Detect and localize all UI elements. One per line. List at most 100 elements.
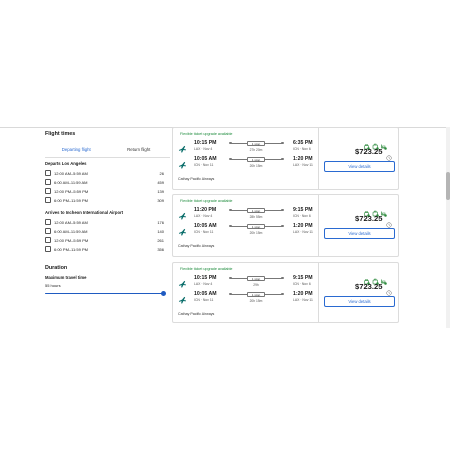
departure-time: 11:20 PM — [194, 207, 217, 213]
duration: 20h 15m — [249, 231, 263, 235]
route-end-dot — [281, 157, 284, 161]
option-count: 309 — [157, 198, 164, 203]
view-details-button[interactable]: View details — [324, 228, 395, 239]
option-label: 6:00 PM–11:59 PM — [54, 198, 88, 203]
tab-departing-flight[interactable]: Departing flight — [45, 143, 108, 158]
cathay-plane-logo-icon — [178, 224, 187, 236]
view-details-button[interactable]: View details — [324, 161, 395, 172]
checkbox[interactable] — [45, 246, 51, 252]
route-end-dot — [281, 208, 284, 212]
flight-times-title: Flight times — [45, 131, 76, 137]
departs-option[interactable]: 12:00 AM–5:59 AM 26 — [45, 170, 164, 177]
clock-icon[interactable] — [386, 148, 392, 161]
checkbox[interactable] — [45, 237, 51, 243]
checkbox[interactable] — [45, 179, 51, 185]
stops-badge: 1 stop — [247, 291, 265, 297]
card-divider — [318, 195, 319, 256]
departs-option[interactable]: 12:00 PM–5:59 PM 139 — [45, 188, 164, 195]
tab-return-flight[interactable]: Return flight — [108, 143, 171, 158]
flight-card[interactable]: Flexible ticket upgrade available 11:20 P… — [172, 194, 399, 257]
departure-time: 10:05 AM — [194, 156, 217, 162]
departure-info: ICN · Nov 11 — [194, 163, 214, 167]
card-divider — [318, 263, 319, 322]
arrival-time: 9:15 PM — [293, 275, 313, 281]
option-label: 6:00 PM–11:59 PM — [54, 247, 88, 252]
departure-info: ICN · Nov 11 — [194, 298, 214, 302]
view-details-button[interactable]: View details — [324, 296, 395, 307]
upgrade-notice: Flexible ticket upgrade available — [180, 132, 233, 136]
checkbox[interactable] — [45, 219, 51, 225]
option-label: 12:00 AM–5:59 AM — [54, 220, 88, 225]
flight-card[interactable]: Flexible ticket upgrade available 10:15 P… — [172, 127, 399, 190]
checked-bag-icon — [372, 204, 379, 217]
departure-time: 10:05 AM — [194, 291, 217, 297]
cathay-plane-logo-icon — [178, 276, 187, 288]
route-start-dot — [229, 224, 232, 228]
cathay-plane-logo-icon — [178, 208, 187, 220]
outbound-segment: 10:15 PM LAX · Nov 4 1 stop 27h 20m 6:35 PM I… — [178, 140, 318, 156]
scrollbar[interactable] — [446, 127, 450, 328]
return-segment: 10:05 AM ICN · Nov 11 1 stop 20h 15m 1:20 PM… — [178, 156, 318, 172]
stops-badge: 1 stop — [247, 223, 265, 229]
scrollbar-thumb[interactable] — [446, 172, 450, 200]
duration-slider-handle[interactable] — [161, 291, 166, 296]
duration: 28h 55m — [249, 215, 263, 219]
route-end-dot — [281, 276, 284, 280]
arrival-info: LAX · Nov 11 — [293, 230, 313, 234]
arrives-option[interactable]: 6:00 AM–11:59 AM 140 — [45, 228, 164, 235]
stops-badge: 1 stop — [247, 275, 265, 281]
route-start-dot — [229, 292, 232, 296]
option-label: 12:00 PM–5:59 PM — [54, 238, 89, 243]
checkbox[interactable] — [45, 228, 51, 234]
arrives-option[interactable]: 12:00 AM–5:59 AM 176 — [45, 219, 164, 226]
arrival-info: ICN · Nov 6 — [293, 282, 311, 286]
arrival-time: 1:20 PM — [293, 156, 313, 162]
arrival-info: ICN · Nov 6 — [293, 214, 311, 218]
price: $723.25 — [355, 214, 383, 223]
max-travel-time-label: Maximum travel time — [45, 275, 87, 280]
stops-badge: 1 stop — [247, 140, 265, 146]
checkbox[interactable] — [45, 197, 51, 203]
airline-name: Cathay Pacific Airways — [178, 312, 215, 316]
cathay-plane-logo-icon — [178, 141, 187, 153]
departure-info: ICN · Nov 11 — [194, 230, 214, 234]
checkbox[interactable] — [45, 170, 51, 176]
arrives-option[interactable]: 12:00 PM–5:59 PM 261 — [45, 237, 164, 244]
clock-icon[interactable] — [386, 215, 392, 228]
departs-option[interactable]: 6:00 PM–11:59 PM 309 — [45, 197, 164, 204]
route-end-dot — [281, 292, 284, 296]
option-count: 261 — [157, 238, 164, 243]
duration-slider-track[interactable] — [45, 293, 164, 295]
stops-badge: 1 stop — [247, 207, 265, 213]
duration: 20h 15m — [249, 164, 263, 168]
cathay-plane-logo-icon — [178, 157, 187, 169]
seat-bag-icon — [380, 272, 387, 285]
return-segment: 10:05 AM ICN · Nov 11 1 stop 20h 15m 1:20 PM… — [178, 291, 318, 307]
option-label: 6:00 AM–11:59 AM — [54, 229, 88, 234]
clock-icon[interactable] — [386, 283, 392, 296]
route-start-dot — [229, 276, 232, 280]
departure-time: 10:15 PM — [194, 140, 217, 146]
route-start-dot — [229, 157, 232, 161]
route-start-dot — [229, 208, 232, 212]
max-travel-time-value: 55 hours — [45, 283, 61, 288]
departure-info: LAX · Nov 4 — [194, 282, 213, 286]
option-count: 176 — [157, 220, 164, 225]
flight-card[interactable]: Flexible ticket upgrade available 10:15 P… — [172, 262, 399, 323]
cathay-plane-logo-icon — [178, 292, 187, 304]
duration-title: Duration — [45, 265, 68, 271]
filters-panel: Flight times Departing flight Return fli… — [45, 131, 170, 296]
return-segment: 10:05 AM ICN · Nov 11 1 stop 20h 15m 1:20 PM… — [178, 223, 318, 239]
checked-bag-icon — [372, 137, 379, 150]
option-count: 459 — [157, 180, 164, 185]
duration: 20h 15m — [249, 299, 263, 303]
checkbox[interactable] — [45, 188, 51, 194]
option-count: 356 — [157, 247, 164, 252]
carry-on-bag-icon — [363, 137, 370, 150]
route-end-dot — [281, 141, 284, 145]
card-divider — [318, 128, 319, 189]
departs-option[interactable]: 6:00 AM–11:59 AM 459 — [45, 179, 164, 186]
checked-bag-icon — [372, 272, 379, 285]
departure-info: LAX · Nov 4 — [194, 214, 213, 218]
arrives-option[interactable]: 6:00 PM–11:59 PM 356 — [45, 246, 164, 253]
